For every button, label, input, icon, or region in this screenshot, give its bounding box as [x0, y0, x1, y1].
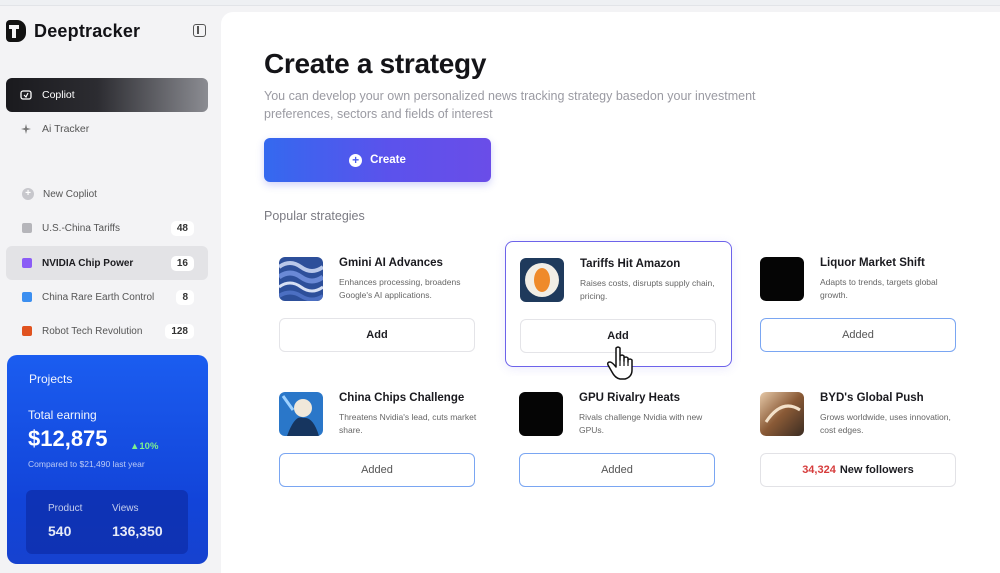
strategy-card-gmini: Gmini AI Advances Enhances processing, b…	[265, 241, 492, 367]
strategy-card-china-chips: China Chips Challenge Threatens Nvidia's…	[265, 376, 492, 502]
added-button[interactable]: Added	[279, 453, 475, 487]
blue-figure-thumbnail	[279, 392, 323, 436]
create-button[interactable]: + Create	[264, 138, 491, 182]
card-title: BYD's Global Push	[820, 392, 924, 404]
card-description: Grows worldwide, uses innovation, cost e…	[820, 412, 951, 435]
projects-title: Projects	[29, 372, 73, 386]
card-title: China Chips Challenge	[339, 392, 465, 404]
count-badge: 8	[176, 289, 194, 305]
added-button[interactable]: Added	[519, 453, 715, 487]
strategy-card-liquor-market: Liquor Market Shift Adapts to trends, ta…	[746, 241, 973, 367]
card-description: Threatens Nvidia's lead, cuts market sha…	[339, 412, 477, 435]
color-dot	[22, 223, 32, 233]
plus-circle-icon: +	[349, 153, 363, 167]
collapse-sidebar-icon[interactable]	[193, 24, 206, 37]
projects-card[interactable]: Projects Total earning $12,875 ▲10% Comp…	[7, 355, 208, 564]
nav-item-copilot[interactable]: Copliot	[6, 78, 208, 112]
bronze-thumbnail	[760, 392, 804, 436]
page-subtitle: You can develop your own personalized ne…	[264, 89, 756, 121]
color-dot	[22, 326, 32, 336]
card-description: Rivals challenge Nvidia with new GPUs.	[579, 412, 703, 435]
strategy-card-byd: BYD's Global Push Grows worldwide, uses …	[746, 376, 973, 502]
total-earning-value: $12,875	[28, 426, 108, 451]
sidebar-item-label: Robot Tech Revolution	[42, 325, 143, 337]
sidebar-item-label: U.S.-China Tariffs	[42, 222, 120, 234]
views-label: Views	[112, 503, 139, 514]
sparkle-icon	[20, 123, 32, 135]
compared-text: Compared to $21,490 last year	[28, 459, 145, 469]
card-description: Adapts to trends, targets global growth.	[820, 277, 938, 300]
added-button[interactable]: Added	[760, 318, 956, 352]
sidebar-item-label: China Rare Earth Control	[42, 291, 155, 303]
stats-box: Product 540 Views 136,350	[26, 490, 188, 554]
nav-label: Copliot	[42, 89, 75, 101]
count-badge: 128	[165, 323, 194, 339]
followers-button[interactable]: 34,324 New followers	[760, 453, 956, 487]
card-description: Enhances processing, broadens Google's A…	[339, 277, 461, 300]
nav-item-ai-tracker[interactable]: Ai Tracker	[6, 112, 208, 146]
card-title: Liquor Market Shift	[820, 257, 925, 269]
sidebar-item-nvidia-chip-power[interactable]: NVIDIA Chip Power 16	[6, 246, 208, 280]
followers-label: New followers	[839, 464, 914, 476]
hand-cursor-icon	[607, 346, 635, 380]
new-copilot-button[interactable]: + New Copliot	[6, 177, 208, 211]
sidebar-item-robot-tech[interactable]: Robot Tech Revolution 128	[6, 314, 208, 348]
total-earning-label: Total earning	[28, 408, 97, 422]
brand[interactable]: Deeptracker	[6, 20, 140, 42]
main-panel: Create a strategy You can develop your o…	[221, 12, 1000, 573]
card-title: Gmini AI Advances	[339, 257, 443, 269]
card-title: GPU Rivalry Heats	[579, 392, 680, 404]
product-label: Product	[48, 503, 83, 514]
section-label: Popular strategies	[264, 209, 365, 223]
deeptracker-logo-icon	[6, 20, 26, 42]
sidebar-item-china-rare-earth[interactable]: China Rare Earth Control 8	[6, 280, 208, 314]
create-label: Create	[370, 154, 406, 166]
count-badge: 48	[170, 220, 194, 236]
add-button[interactable]: Add	[279, 318, 475, 352]
page-title: Create a strategy	[264, 48, 487, 79]
color-dot	[22, 258, 32, 268]
plus-icon: +	[22, 188, 34, 200]
product-value: 540	[48, 523, 72, 539]
black-thumbnail	[519, 392, 563, 436]
brand-name: Deeptracker	[34, 20, 141, 41]
followers-count: 34,324	[802, 464, 836, 476]
orange-ring-thumbnail	[520, 258, 564, 302]
new-copilot-label: New Copliot	[43, 188, 97, 200]
card-description: Raises costs, disrupts supply chain, pri…	[580, 278, 715, 301]
earning-delta: ▲10%	[130, 441, 159, 452]
strategy-card-gpu-rivalry: GPU Rivalry Heats Rivals challenge Nvidi…	[505, 376, 732, 502]
copilot-icon	[20, 89, 32, 101]
black-thumbnail	[760, 257, 804, 301]
card-title: Tariffs Hit Amazon	[580, 258, 681, 270]
sidebar-item-us-china-tariffs[interactable]: U.S.-China Tariffs 48	[6, 211, 208, 245]
abstract-blue-thumbnail	[279, 257, 323, 301]
color-dot	[22, 292, 32, 302]
sidebar-item-label: NVIDIA Chip Power	[42, 257, 134, 269]
views-value: 136,350	[112, 523, 163, 539]
count-badge: 16	[170, 255, 194, 271]
nav-label: Ai Tracker	[42, 123, 90, 135]
